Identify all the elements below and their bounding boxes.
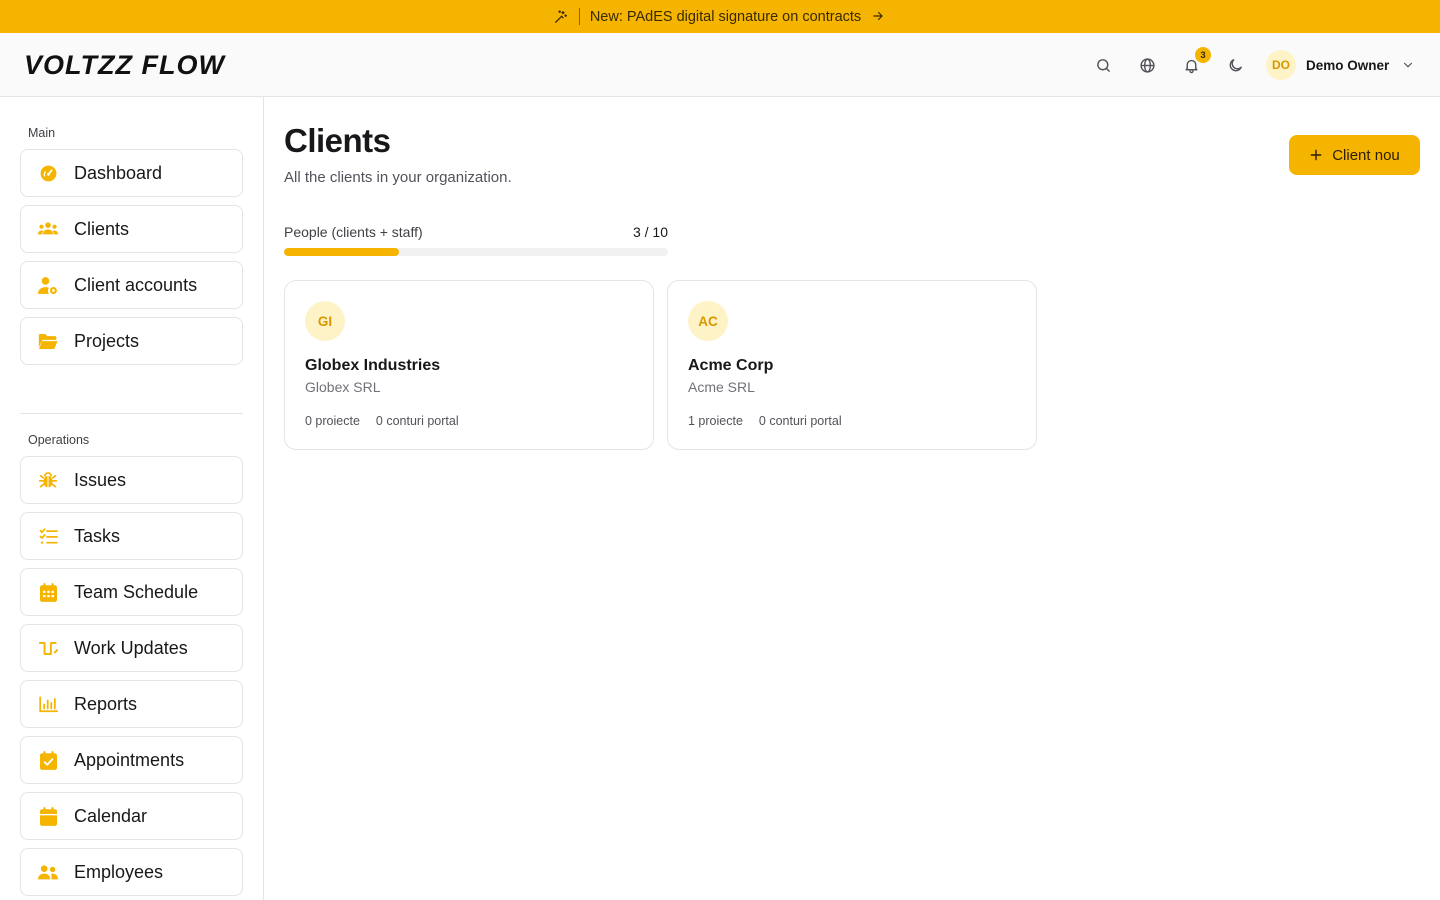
sidebar: Main Dashboard Clients Client accounts P… <box>0 97 264 900</box>
list-checks-icon <box>38 526 58 546</box>
search-icon <box>1096 58 1110 72</box>
bar-chart-icon <box>38 694 58 714</box>
plus-icon <box>1310 149 1322 161</box>
sidebar-item-team-schedule[interactable]: Team Schedule <box>20 568 243 616</box>
announcement-banner[interactable]: New: PAdES digital signature on contract… <box>0 0 1440 33</box>
client-projects-count: 1 proiecte <box>688 414 743 428</box>
logo-text: VOLTZZ FLOW <box>24 51 226 79</box>
quota-progress-bar <box>284 248 668 256</box>
sidebar-item-projects[interactable]: Projects <box>20 317 243 365</box>
new-client-button[interactable]: Client nou <box>1289 135 1420 175</box>
sidebar-item-label: Calendar <box>74 805 148 826</box>
language-button[interactable] <box>1137 55 1157 75</box>
client-name: Globex Industries <box>305 357 441 374</box>
quota-progress-fill <box>284 248 400 256</box>
calendar-check-icon <box>38 750 58 770</box>
sidebar-item-label: Clients <box>74 218 130 239</box>
sidebar-item-reports[interactable]: Reports <box>20 680 243 728</box>
theme-toggle-button[interactable] <box>1225 55 1245 75</box>
sidebar-item-issues[interactable]: Issues <box>20 456 243 504</box>
chevron-down-icon <box>1404 62 1413 68</box>
sidebar-item-label: Team Schedule <box>74 581 199 602</box>
sidebar-item-work-updates[interactable]: Work Updates <box>20 624 243 672</box>
client-card[interactable]: GI Globex Industries Globex SRL 0 proiec… <box>284 280 654 450</box>
quota-value: 3 / 10 <box>632 224 668 240</box>
client-portal-accounts-count: 0 conturi portal <box>758 414 842 428</box>
sidebar-item-label: Projects <box>74 330 140 351</box>
user-avatar: DO <box>1266 50 1296 80</box>
client-portal-accounts-count: 0 conturi portal <box>375 414 459 428</box>
page-title: Clients <box>284 122 391 159</box>
sidebar-section-main: Main <box>28 126 56 140</box>
client-card[interactable]: AC Acme Corp Acme SRL 1 proiecte 0 contu… <box>667 280 1037 450</box>
users-icon <box>38 219 58 239</box>
sidebar-item-label: Appointments <box>74 749 185 770</box>
sidebar-section-operations: Operations <box>28 433 90 447</box>
sidebar-item-employees[interactable]: Employees <box>20 848 243 896</box>
client-avatar: GI <box>305 301 345 341</box>
sidebar-item-label: Employees <box>74 861 164 882</box>
quota-label: People (clients + staff) <box>284 224 423 240</box>
pulse-icon <box>38 638 58 658</box>
sidebar-item-tasks[interactable]: Tasks <box>20 512 243 560</box>
search-button[interactable] <box>1093 55 1113 75</box>
client-legal-name: Acme SRL <box>688 379 755 395</box>
page-subtitle: All the clients in your organization. <box>284 169 512 186</box>
client-avatar: AC <box>688 301 728 341</box>
sidebar-item-clients[interactable]: Clients <box>20 205 243 253</box>
sidebar-item-label: Dashboard <box>74 162 163 183</box>
client-legal-name: Globex SRL <box>305 379 381 395</box>
client-projects-count: 0 proiecte <box>305 414 360 428</box>
folder-open-icon <box>38 331 58 351</box>
calendar-icon <box>38 806 58 826</box>
banner-text[interactable]: New: PAdES digital signature on contract… <box>590 9 861 25</box>
user-cog-icon <box>38 275 58 295</box>
moon-icon <box>1229 58 1242 71</box>
sidebar-divider <box>20 413 243 414</box>
user-name: Demo Owner <box>1306 57 1390 73</box>
bug-icon <box>38 470 58 490</box>
sidebar-item-dashboard[interactable]: Dashboard <box>20 149 243 197</box>
notifications-button[interactable]: 3 <box>1181 47 1211 75</box>
sparkles-icon <box>553 9 569 25</box>
sidebar-item-label: Tasks <box>74 525 121 546</box>
app-logo[interactable]: VOLTZZ FLOW <box>24 51 249 79</box>
calendar-grid-icon <box>38 582 58 602</box>
sidebar-item-client-accounts[interactable]: Client accounts <box>20 261 243 309</box>
top-header: VOLTZZ FLOW 3 DO Demo Owner <box>0 33 1440 97</box>
user-menu[interactable]: DO Demo Owner <box>1266 49 1415 81</box>
client-stats: 1 proiecte 0 conturi portal <box>688 414 842 428</box>
gauge-icon <box>38 163 58 183</box>
sidebar-item-label: Issues <box>74 469 127 490</box>
sidebar-item-calendar[interactable]: Calendar <box>20 792 243 840</box>
client-name: Acme Corp <box>688 357 774 374</box>
client-stats: 0 proiecte 0 conturi portal <box>305 414 459 428</box>
globe-icon <box>1139 57 1155 73</box>
sidebar-item-label: Reports <box>74 693 138 714</box>
people-icon <box>38 862 58 882</box>
sidebar-item-appointments[interactable]: Appointments <box>20 736 243 784</box>
arrow-right-icon <box>871 9 887 25</box>
new-client-label: Client nou <box>1332 146 1400 164</box>
sidebar-item-label: Client accounts <box>74 274 198 295</box>
sidebar-item-label: Work Updates <box>74 637 188 658</box>
notification-count-badge: 3 <box>1195 47 1211 63</box>
banner-separator <box>578 8 580 25</box>
